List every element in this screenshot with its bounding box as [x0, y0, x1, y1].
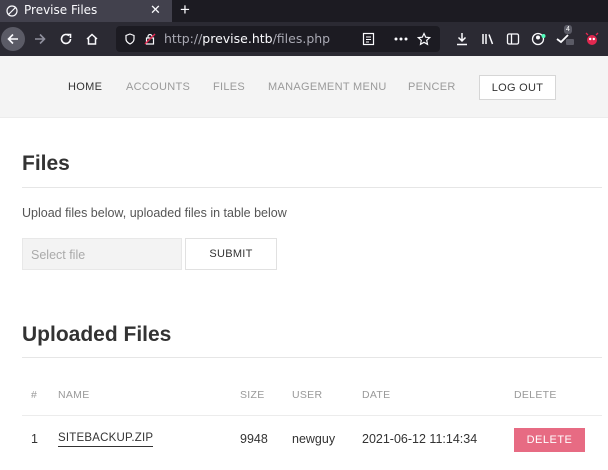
column-header-number: #	[31, 389, 38, 401]
home-icon	[86, 33, 98, 45]
bookmark-star-icon[interactable]	[417, 32, 431, 46]
url-scheme: http://	[164, 31, 203, 46]
tab-title: Previse Files	[24, 3, 98, 17]
column-header-delete: DELETE	[514, 389, 557, 401]
site-navigation: HOME ACCOUNTS FILES MANAGEMENT MENU PENC…	[0, 56, 608, 118]
row-number: 1	[31, 432, 38, 446]
reader-view-icon[interactable]	[362, 32, 375, 46]
files-heading: Files	[22, 152, 70, 175]
extension-icon[interactable]	[556, 33, 574, 45]
file-user: newguy	[292, 432, 336, 446]
divider	[22, 357, 602, 358]
submit-button[interactable]: SUBMIT	[185, 238, 277, 270]
column-header-user: USER	[292, 389, 323, 401]
file-select-input[interactable]: Select file	[22, 238, 182, 270]
close-tab-icon[interactable]: ✕	[150, 2, 161, 18]
table-header-divider	[22, 415, 602, 416]
more-actions-icon[interactable]	[394, 37, 408, 41]
upload-description: Upload files below, uploaded files in ta…	[22, 206, 287, 220]
nav-pencer[interactable]: PENCER	[408, 81, 456, 93]
file-date: 2021-06-12 11:14:34	[362, 432, 478, 446]
back-button[interactable]	[1, 27, 25, 51]
column-header-size: SIZE	[240, 389, 265, 401]
file-download-link[interactable]: SITEBACKUP.ZIP	[58, 432, 154, 447]
library-icon[interactable]	[481, 32, 495, 46]
nav-management-menu[interactable]: MANAGEMENT MENU	[268, 81, 387, 93]
forward-arrow-icon	[35, 33, 46, 45]
browser-toolbar: http://previse.htb/files.php 4	[0, 22, 608, 56]
downloads-icon[interactable]	[455, 32, 469, 46]
browser-tab-bar: Previse Files ✕ +	[0, 0, 608, 22]
nav-home[interactable]: HOME	[68, 81, 102, 93]
shield-icon[interactable]	[124, 33, 136, 45]
globe-icon	[6, 5, 18, 17]
home-button[interactable]	[82, 28, 102, 50]
file-select-placeholder: Select file	[31, 248, 86, 262]
reload-icon	[60, 33, 72, 45]
divider	[22, 187, 602, 188]
extension-bug-icon[interactable]	[584, 31, 600, 47]
url-text[interactable]: http://previse.htb/files.php	[164, 31, 330, 46]
nav-accounts[interactable]: ACCOUNTS	[126, 81, 190, 93]
logout-button[interactable]: LOG OUT	[479, 75, 556, 100]
file-size: 9948	[240, 432, 268, 446]
insecure-lock-icon[interactable]	[144, 33, 156, 45]
column-header-date: DATE	[362, 389, 391, 401]
uploaded-files-heading: Uploaded Files	[22, 323, 172, 346]
account-icon[interactable]	[531, 32, 546, 46]
reload-button[interactable]	[56, 28, 76, 50]
back-arrow-icon	[7, 33, 18, 45]
new-tab-button[interactable]: +	[180, 0, 190, 20]
sidebar-icon[interactable]	[506, 32, 520, 46]
nav-files[interactable]: FILES	[213, 81, 245, 93]
forward-button[interactable]	[30, 28, 50, 50]
url-host: previse.htb	[202, 31, 273, 46]
address-bar[interactable]: http://previse.htb/files.php	[116, 26, 440, 52]
browser-tab[interactable]: Previse Files ✕	[0, 0, 172, 22]
delete-button[interactable]: DELETE	[514, 428, 585, 452]
extension-badge: 4	[564, 25, 572, 34]
column-header-name: NAME	[58, 389, 90, 401]
url-path: /files.php	[272, 31, 331, 46]
